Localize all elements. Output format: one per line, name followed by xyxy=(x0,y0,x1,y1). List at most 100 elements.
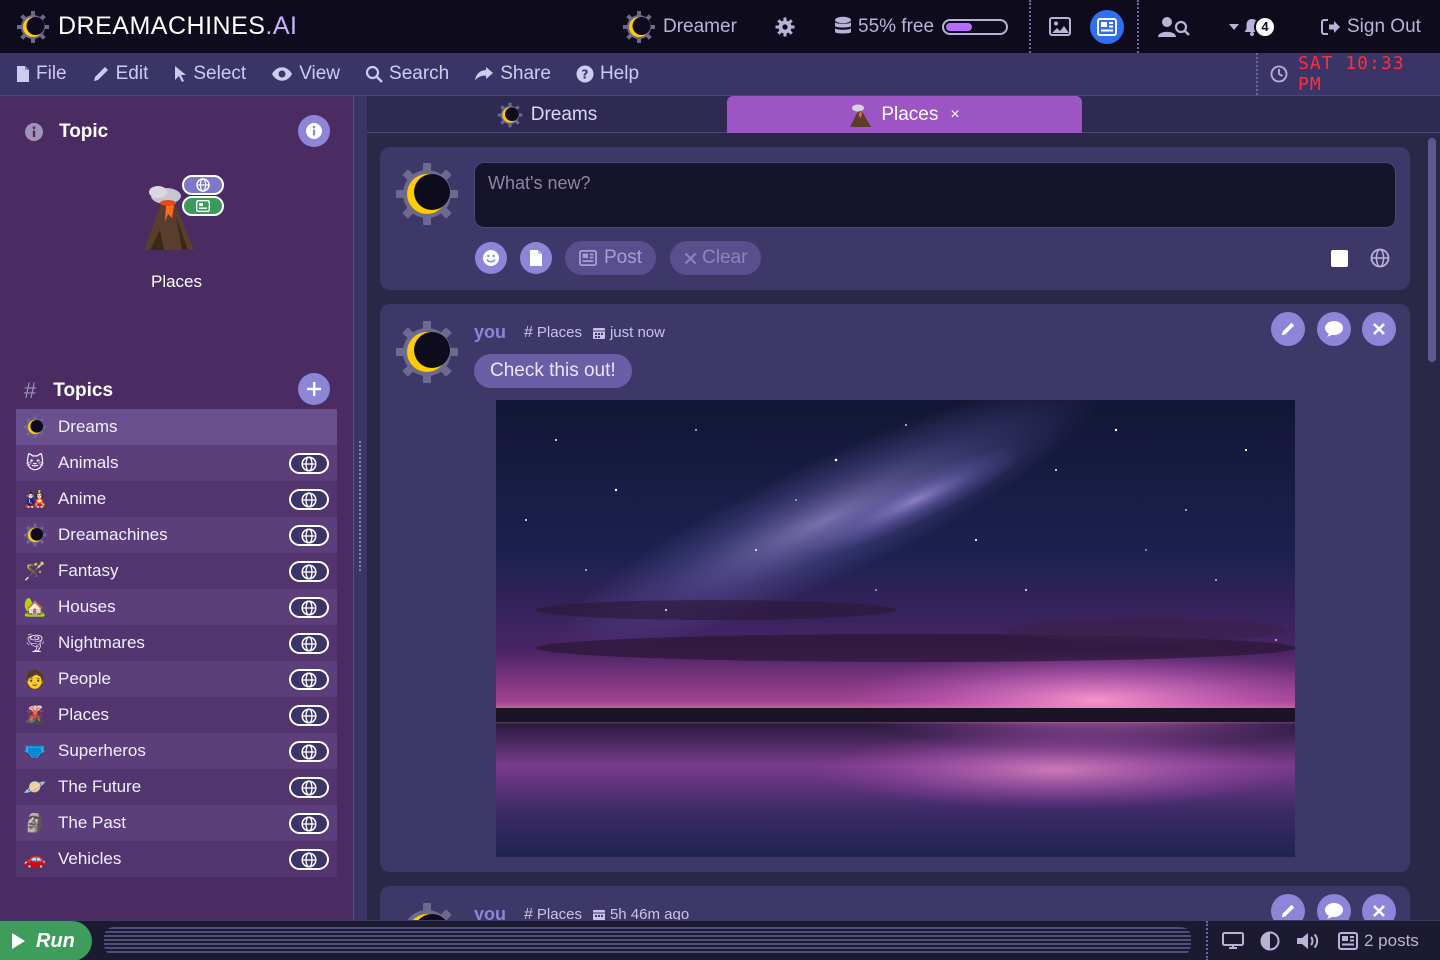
clear-button[interactable]: Clear xyxy=(670,241,762,275)
sign-out-button[interactable]: Sign Out xyxy=(1321,0,1421,53)
post-topic-label: Places xyxy=(536,906,582,920)
globe-icon xyxy=(301,455,317,472)
add-topic-button[interactable] xyxy=(298,373,330,405)
console-strip[interactable] xyxy=(104,927,1191,955)
pencil-icon xyxy=(1281,322,1295,336)
feed-button[interactable] xyxy=(1090,0,1124,53)
topic-item-dreams[interactable]: Dreams xyxy=(16,409,337,445)
topic-info-button[interactable] xyxy=(298,115,330,147)
menu-share[interactable]: Share xyxy=(474,63,551,85)
share-toggle[interactable] xyxy=(289,669,329,690)
topic-item-dreamachines[interactable]: Dreamachines xyxy=(16,517,337,553)
topic-item-animals[interactable]: 🐱 Animals xyxy=(16,445,337,481)
menu-select[interactable]: Select xyxy=(173,63,246,85)
contrast-icon xyxy=(1260,931,1280,951)
file-icon xyxy=(17,66,29,82)
topic-item-label: Dreamachines xyxy=(58,525,168,544)
theme-toggle[interactable] xyxy=(1260,931,1280,951)
edit-post-button[interactable] xyxy=(1271,312,1305,346)
volume-button[interactable] xyxy=(1296,931,1322,951)
comment-button[interactable] xyxy=(1317,312,1351,346)
post-topic[interactable]: # Places xyxy=(524,324,582,342)
share-toggle[interactable] xyxy=(289,741,329,762)
topic-item-anime[interactable]: 🎎 Anime xyxy=(16,481,337,517)
share-toggle[interactable] xyxy=(289,453,329,474)
tab-bar: Dreams Places × xyxy=(367,96,1440,133)
share-toggle[interactable] xyxy=(289,849,329,870)
emoji-button[interactable] xyxy=(475,242,507,274)
clock-icon xyxy=(1270,65,1288,83)
settings-button[interactable] xyxy=(775,0,795,53)
comment-button[interactable] xyxy=(1317,894,1351,920)
post-author[interactable]: you xyxy=(474,904,506,920)
share-toggle[interactable] xyxy=(289,597,329,618)
share-toggle[interactable] xyxy=(289,561,329,582)
sign-out-label: Sign Out xyxy=(1347,15,1421,37)
attach-file-button[interactable] xyxy=(520,242,552,274)
play-icon xyxy=(12,933,25,949)
tab-places-label: Places xyxy=(881,103,939,125)
tab-places[interactable]: Places × xyxy=(727,96,1082,133)
topic-item-houses[interactable]: 🏡 Houses xyxy=(16,589,337,625)
current-topic-card[interactable] xyxy=(140,170,224,260)
eclipse-icon xyxy=(497,102,522,127)
delete-post-button[interactable] xyxy=(1362,312,1396,346)
share-toggle[interactable] xyxy=(289,525,329,546)
user-menu[interactable]: Dreamer xyxy=(622,0,737,53)
menu-help[interactable]: ? Help xyxy=(576,63,639,85)
topic-item-superheros[interactable]: 🩲 Superheros xyxy=(16,733,337,769)
svg-text:?: ? xyxy=(581,68,588,82)
storage-indicator[interactable]: 55% free xyxy=(834,0,1009,53)
storage-bar-fill xyxy=(946,22,973,31)
menu-view[interactable]: View xyxy=(271,63,340,85)
post-topic[interactable]: # Places xyxy=(524,906,582,921)
topic-section-header: Topic xyxy=(24,121,108,143)
share-toggle[interactable] xyxy=(289,489,329,510)
post-author[interactable]: you xyxy=(474,322,506,343)
feed: What's new? Post Clear you # Places just… xyxy=(367,133,1440,920)
user-search-button[interactable] xyxy=(1158,0,1190,53)
database-icon xyxy=(835,16,851,33)
notifications-button[interactable]: 4 xyxy=(1228,0,1276,53)
feed-scrollbar[interactable] xyxy=(1428,138,1436,362)
topic-item-people[interactable]: 🧑 People xyxy=(16,661,337,697)
globe-icon xyxy=(301,851,317,868)
images-button[interactable] xyxy=(1049,0,1071,53)
app-logo[interactable]: DREAMACHINES.AI xyxy=(16,10,298,44)
share-toggle[interactable] xyxy=(289,705,329,726)
eye-icon xyxy=(272,67,293,81)
post-image[interactable] xyxy=(496,400,1295,857)
topic-item-places[interactable]: 🌋 Places xyxy=(16,697,337,733)
share-icon xyxy=(475,67,494,81)
storage-bar xyxy=(942,18,1009,35)
share-toggle[interactable] xyxy=(289,633,329,654)
resize-grip[interactable] xyxy=(358,440,362,572)
avatar xyxy=(407,903,452,920)
run-button[interactable]: Run xyxy=(0,921,92,960)
share-toggle[interactable] xyxy=(289,777,329,798)
gear-icon xyxy=(775,17,795,36)
menu-file[interactable]: File xyxy=(16,63,67,85)
share-checkbox[interactable] xyxy=(1331,250,1348,267)
topic-icon: 🌋 xyxy=(23,704,47,725)
topic-item-label: The Past xyxy=(58,813,127,832)
delete-post-button[interactable] xyxy=(1362,894,1396,920)
topic-item-the-future[interactable]: 🪐 The Future xyxy=(16,769,337,805)
divider xyxy=(1137,0,1139,53)
share-toggle[interactable] xyxy=(289,813,329,834)
edit-post-button[interactable] xyxy=(1271,894,1305,920)
topic-icon: 🪄 xyxy=(23,560,47,581)
tab-dreams[interactable]: Dreams xyxy=(367,96,727,133)
topic-icon: 🗿 xyxy=(23,812,47,833)
compose-input[interactable]: What's new? xyxy=(474,162,1396,228)
topic-item-label: Animals xyxy=(58,453,119,472)
topic-item-vehicles[interactable]: 🚗 Vehicles xyxy=(16,841,337,877)
topic-item-nightmares[interactable]: 🌪 Nightmares xyxy=(16,625,337,661)
topic-item-fantasy[interactable]: 🪄 Fantasy xyxy=(16,553,337,589)
topic-item-the-past[interactable]: 🗿 The Past xyxy=(16,805,337,841)
menu-edit[interactable]: Edit xyxy=(92,63,148,85)
post-button[interactable]: Post xyxy=(565,241,657,275)
close-tab-button[interactable]: × xyxy=(950,106,959,124)
menu-search[interactable]: Search xyxy=(365,63,449,85)
monitor-button[interactable] xyxy=(1222,932,1244,950)
